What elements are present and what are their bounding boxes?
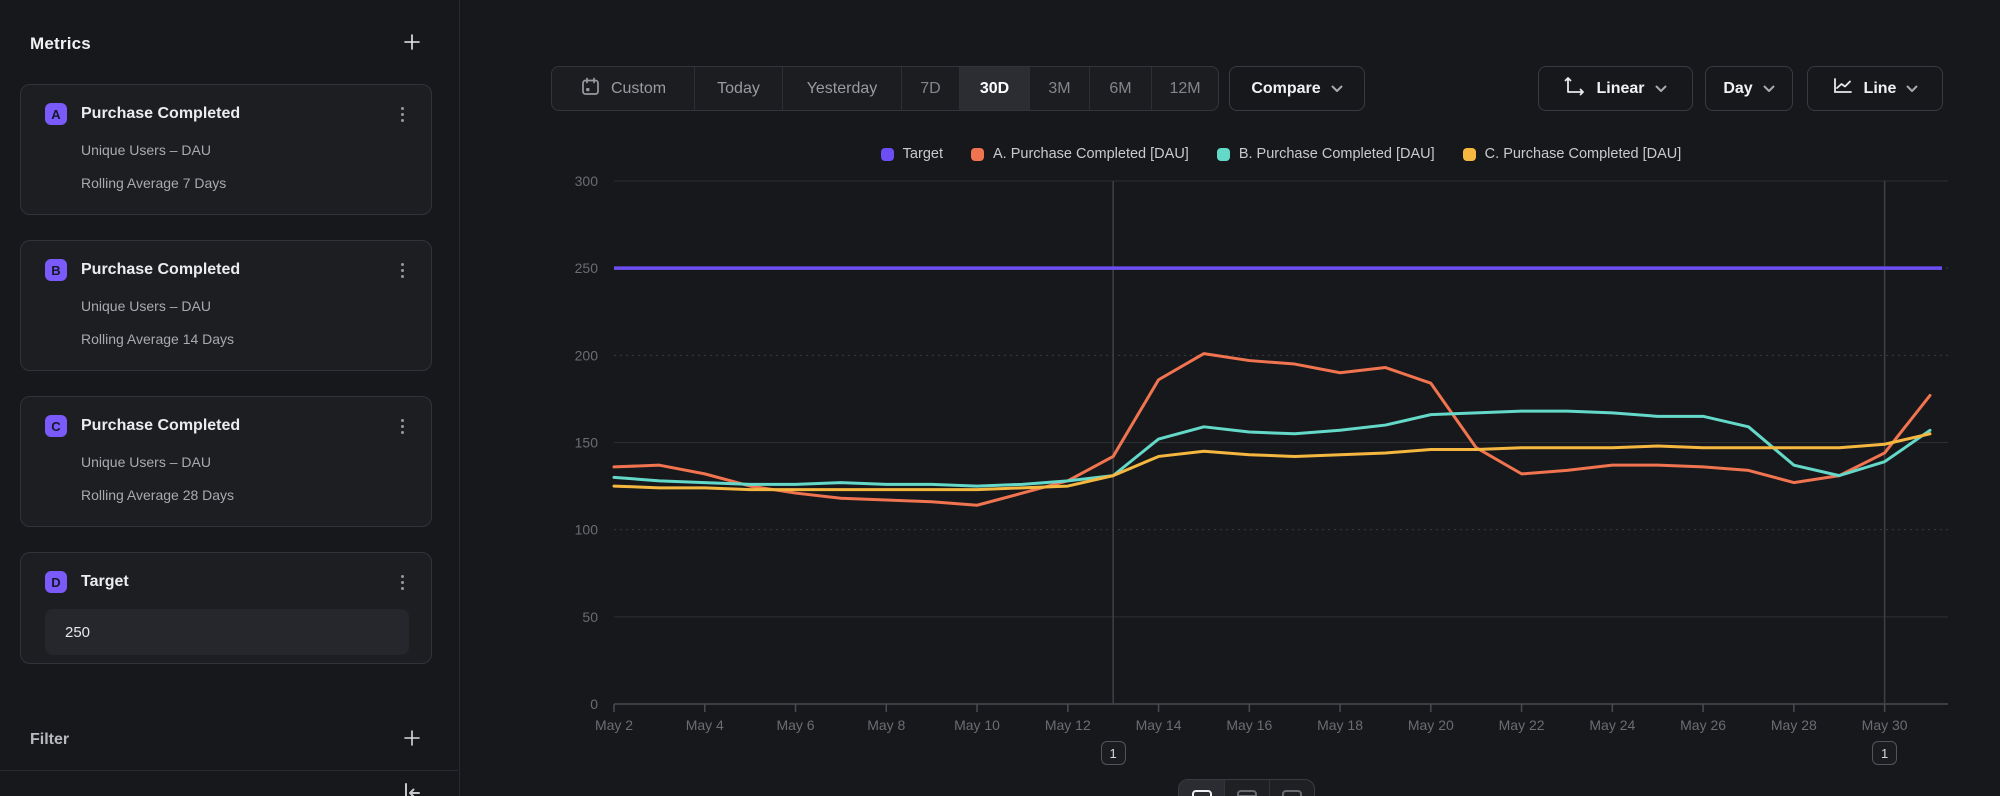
chart-layout-toggle-group	[1178, 779, 1315, 796]
y-axis-label: 200	[575, 347, 599, 363]
single-panel-icon	[1280, 788, 1304, 796]
x-axis-label: May 18	[1317, 717, 1363, 733]
x-axis-label: May 24	[1589, 717, 1635, 733]
x-axis-label: May 20	[1408, 717, 1454, 733]
annotation-badge[interactable]: 1	[1872, 741, 1897, 765]
y-axis-label: 300	[575, 173, 599, 189]
single-panel-button[interactable]	[1269, 780, 1314, 796]
x-axis-label: May 28	[1771, 717, 1817, 733]
rows-layout-button[interactable]	[1224, 780, 1269, 796]
x-axis-label: May 22	[1499, 717, 1545, 733]
y-axis-label: 100	[575, 522, 599, 538]
panel-layout-button[interactable]	[1179, 780, 1224, 796]
annotation-badge[interactable]: 1	[1101, 741, 1126, 765]
x-axis-label: May 26	[1680, 717, 1726, 733]
y-axis-label: 250	[575, 260, 599, 276]
x-axis-label: May 2	[595, 717, 633, 733]
x-axis-label: May 6	[776, 717, 814, 733]
y-axis-label: 0	[590, 696, 598, 712]
x-axis-label: May 8	[867, 717, 905, 733]
x-axis-label: May 14	[1136, 717, 1182, 733]
x-axis-label: May 12	[1045, 717, 1091, 733]
x-axis-label: May 4	[686, 717, 724, 733]
x-axis-label: May 16	[1226, 717, 1272, 733]
panel-layout-icon	[1190, 788, 1214, 796]
y-axis-label: 50	[582, 609, 598, 625]
line-chart: 0 50 100 150 200 250 300 May 2 May 4 May 6 May 8 Ma…	[0, 0, 2000, 796]
dashboard-root: { "sidebar": { "title": "Metrics", "add_…	[0, 0, 2000, 796]
x-axis-label: May 30	[1862, 717, 1908, 733]
y-axis-label: 150	[575, 435, 599, 451]
x-axis-label: May 10	[954, 717, 1000, 733]
rows-layout-icon	[1235, 788, 1259, 796]
